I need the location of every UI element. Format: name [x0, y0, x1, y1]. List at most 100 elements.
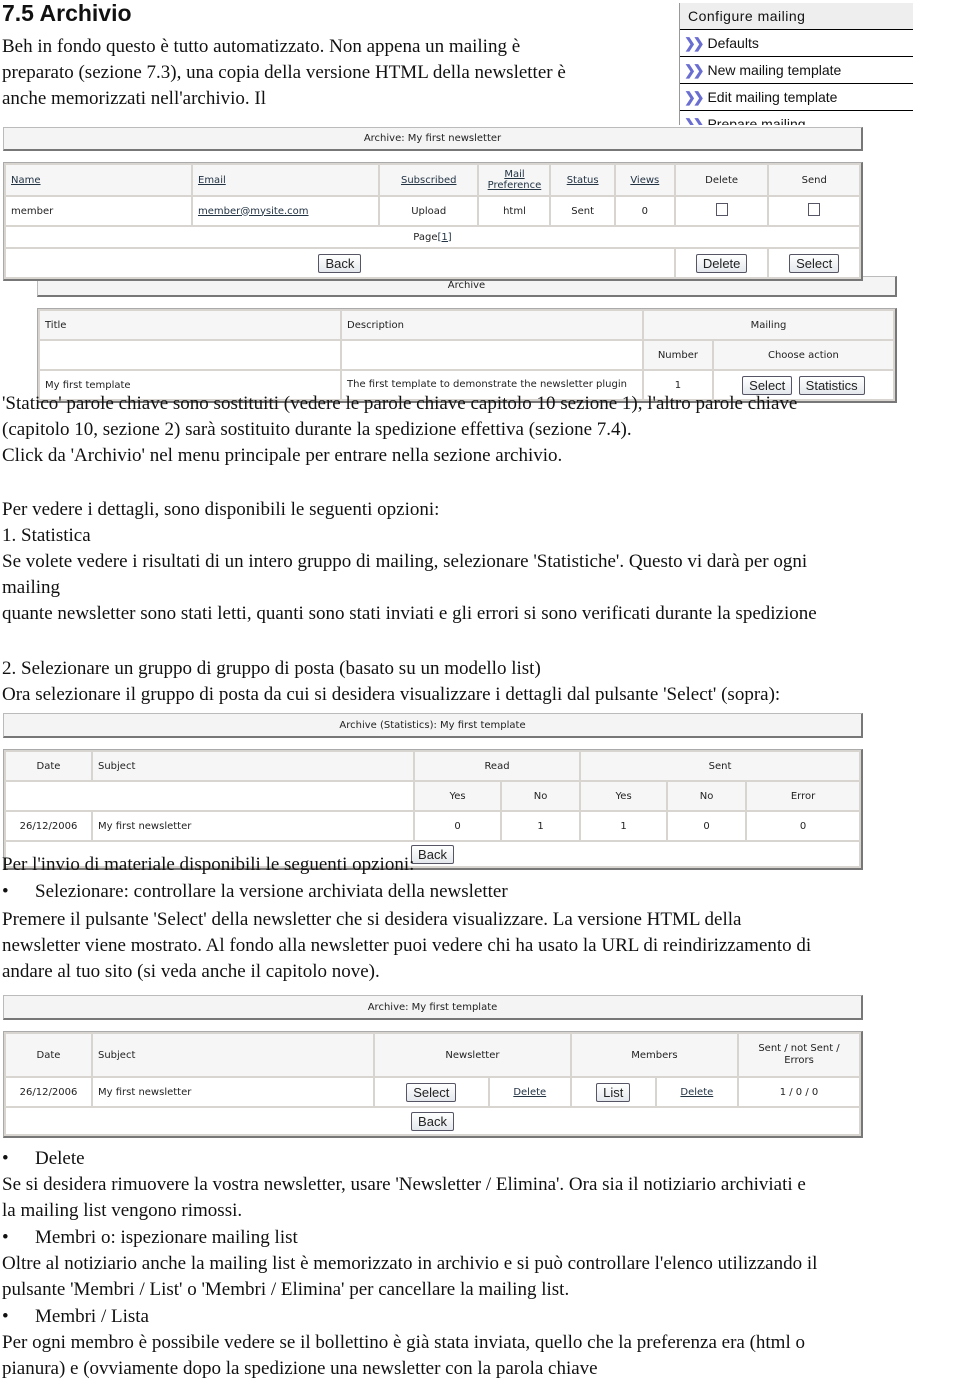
member-preference: html [479, 197, 550, 225]
bullet-item: • Membri o: ispezionare mailing list [2, 1225, 298, 1251]
send-checkbox[interactable] [808, 203, 821, 216]
col-members: Members [571, 1034, 737, 1076]
cell: 1 [502, 812, 580, 840]
col-newsletter: Newsletter [375, 1034, 570, 1076]
member-email-link[interactable]: member@mysite.com [198, 206, 309, 217]
paragraph-line: Se volete vedere i risultati di un inter… [2, 551, 808, 572]
document-page: 7.5 Archivio Beh in fondo questo è tutto… [0, 0, 960, 1382]
paragraph-line: 'Statico' parole chiave sono sostituiti … [2, 393, 798, 414]
bullet-text: Selezionare: controllare la versione arc… [35, 881, 508, 902]
back-button[interactable]: Back [411, 844, 454, 864]
bullet-icon: • [2, 881, 9, 902]
bullet-item: • Selezionare: controllare la versione ar… [2, 879, 508, 905]
member-name: member [6, 197, 191, 225]
col-email[interactable]: Email [198, 175, 226, 186]
row-subject: My first newsletter [93, 812, 413, 840]
statistics-title-bar: Archive (Statistics): My first template [3, 713, 863, 738]
double-chevron-icon: ❯❯ [684, 35, 705, 51]
template-archive-title-bar: Archive: My first template [3, 995, 863, 1020]
back-button[interactable]: Back [318, 253, 362, 273]
cell: 0 [415, 812, 501, 840]
sidebar-item-label: Prepare mailing [707, 116, 806, 125]
cell: 0 [668, 812, 746, 840]
col-subject: Subject [93, 1034, 373, 1076]
page-label: Page [413, 231, 438, 243]
sidebar-title: Configure mailing [680, 3, 913, 30]
select-button[interactable]: Select [789, 253, 840, 273]
col-name[interactable]: Name [11, 175, 41, 186]
col-send: Send [769, 165, 859, 195]
col-read-no: No [502, 782, 580, 810]
col-date: Date [6, 752, 91, 780]
double-chevron-icon: ❯❯ [684, 62, 705, 78]
back-button[interactable]: Back [411, 1111, 454, 1131]
paragraph-line: anche memorizzati nell'archivio. Il [2, 88, 267, 109]
paragraph-line: la mailing list vengono rimossi. [2, 1200, 243, 1221]
col-mail-preference[interactable]: Mail Preference [488, 169, 542, 191]
col-status[interactable]: Status [567, 175, 599, 186]
page-1-link[interactable]: [1] [438, 232, 452, 243]
bullet-item: • Membri / Lista [2, 1304, 149, 1330]
bullet-text: Membri o: ispezionare mailing list [35, 1227, 298, 1248]
paragraph-line: Per l'invio di materiale disponibili le … [2, 854, 415, 875]
section-heading: 7.5 Archivio [2, 0, 132, 26]
paragraph-line: preparato (sezione 7.3), una copia della… [2, 62, 566, 83]
bullet-icon: • [2, 1306, 9, 1327]
col-views[interactable]: Views [630, 175, 659, 186]
paragraph-line: Ora selezionare il gruppo di posta da cu… [2, 684, 781, 705]
paragraph-line: pulsante 'Membri / List' o 'Membri / Eli… [2, 1279, 570, 1300]
member-status: Sent [551, 197, 614, 225]
paragraph-line: 2. Selezionare un gruppo di gruppo di po… [2, 658, 541, 679]
col-title: Title [40, 311, 340, 339]
newsletter-archive-table: Date Subject Newsletter Members Sent / not S… [3, 1031, 863, 1138]
member-views: 0 [615, 197, 674, 225]
col-read: Read [415, 752, 580, 780]
paragraph-line: mailing [2, 577, 61, 598]
newsletter-select-button[interactable]: Select [406, 1082, 457, 1102]
paragraph-line: Beh in fondo questo è tutto automatizzat… [2, 36, 521, 57]
sidebar-item-label: Edit mailing template [707, 89, 838, 105]
configure-mailing-sidebar: Configure mailing ❯❯ Defaults ❯❯ New maili… [679, 3, 913, 125]
paragraph-line: 1. Statistica [2, 525, 91, 546]
newsletter-delete-link[interactable]: Delete [513, 1087, 546, 1098]
paragraph-line: quante newsletter sono stati letti, quan… [2, 603, 817, 624]
col-read-yes: Yes [415, 782, 501, 810]
bullet-text: Delete [35, 1148, 85, 1169]
col-subject: Subject [93, 752, 413, 780]
archive-table: Title Description Mailing Number Choose act… [37, 308, 897, 403]
paragraph-line: Oltre al notiziario anche la mailing lis… [2, 1253, 818, 1274]
cell: 1 [581, 812, 667, 840]
col-subscribed[interactable]: Subscribed [401, 175, 456, 186]
col-sent-status: Sent / not Sent / Errors [739, 1034, 859, 1076]
col-delete: Delete [675, 165, 768, 195]
row-subject: My first newsletter [93, 1078, 373, 1106]
col-sent-no: No [668, 782, 746, 810]
paragraph-line: andare al tuo sito (si veda anche il cap… [2, 961, 380, 982]
members-table: Name Email Subscribed Mail Preference St… [3, 162, 863, 281]
row-date: 26/12/2006 [6, 1078, 91, 1106]
archive-newsletter-title-bar: Archive: My first newsletter [3, 127, 863, 151]
sidebar-item-label: New mailing template [707, 62, 842, 78]
sidebar-item-edit-template[interactable]: ❯❯ Edit mailing template [680, 84, 913, 111]
bullet-text: Membri / Lista [35, 1306, 149, 1327]
cell: 0 [747, 812, 859, 840]
col-mailing: Mailing [644, 311, 893, 339]
members-list-button[interactable]: List [596, 1082, 631, 1102]
members-delete-link[interactable]: Delete [680, 1087, 713, 1098]
bullet-icon: • [2, 1148, 9, 1169]
double-chevron-icon: ❯❯ [684, 116, 705, 125]
col-date: Date [6, 1034, 91, 1076]
paragraph-line: Per ogni membro è possibile vedere se il… [2, 1332, 805, 1353]
paragraph-line: Click da 'Archivio' nel menu principale … [2, 445, 563, 466]
col-sent: Sent [581, 752, 859, 780]
paragraph-line: Se si desidera rimuovere la vostra newsl… [2, 1174, 806, 1195]
paragraph-line: newsletter viene mostrato. Al fondo alla… [2, 935, 812, 956]
paragraph-line: pianura) e (ovviamente dopo la spedizion… [2, 1358, 598, 1379]
delete-checkbox[interactable] [715, 203, 728, 216]
sidebar-item-new-template[interactable]: ❯❯ New mailing template [680, 57, 913, 84]
delete-button[interactable]: Delete [695, 253, 748, 273]
statistics-button[interactable]: Statistics [798, 375, 865, 395]
col-sent-error: Error [747, 782, 859, 810]
sidebar-item-prepare-mailing[interactable]: ❯❯ Prepare mailing [680, 111, 913, 125]
sidebar-item-defaults[interactable]: ❯❯ Defaults [680, 30, 913, 57]
